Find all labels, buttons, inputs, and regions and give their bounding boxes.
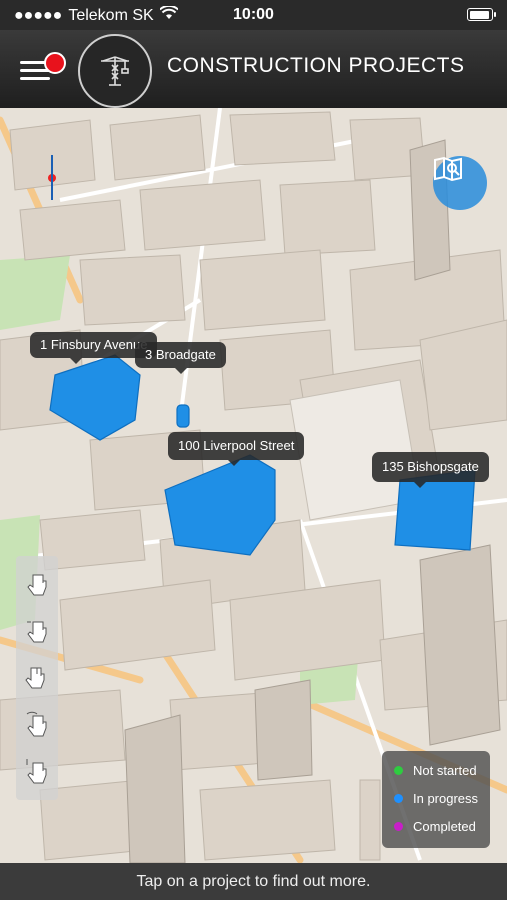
battery-fill: [469, 10, 489, 19]
map-search-icon: [434, 156, 462, 182]
gesture-hints-panel: [16, 556, 58, 800]
legend-dot-completed: [394, 822, 403, 831]
hand-tilt-icon: [26, 758, 47, 784]
legend-row-completed: Completed: [394, 819, 476, 834]
legend-label-not-started: Not started: [413, 763, 477, 778]
hand-pinch-icon: [25, 667, 45, 689]
page-title: CONSTRUCTION PROJECTS: [167, 54, 465, 77]
map-view[interactable]: [0, 108, 507, 863]
map-search-button[interactable]: [433, 156, 487, 210]
battery-icon: [467, 8, 496, 21]
clock: 10:00: [233, 6, 274, 23]
legend-row-in-progress: In progress: [394, 791, 478, 806]
project-tooltip-3-broadgate[interactable]: 3 Broadgate: [135, 342, 226, 374]
hand-drag-icon: [27, 621, 47, 643]
legend-row-not-started: Not started: [394, 763, 477, 778]
crane-logo-icon[interactable]: [78, 34, 152, 108]
legend-label-in-progress: In progress: [413, 791, 479, 806]
project-tooltip-100-liverpool-street[interactable]: 100 Liverpool Street: [168, 432, 305, 466]
map-background: [0, 108, 507, 863]
legend-dot-in-progress: [394, 794, 403, 803]
hand-rotate-icon: [26, 712, 47, 737]
legend-dot-not-started: [394, 766, 403, 775]
footer-hint: Tap on a project to find out more.: [0, 863, 507, 900]
hand-tap-icon: [27, 574, 47, 596]
legend-label-completed: Completed: [413, 819, 476, 834]
project-tooltip-135-bishopsgate[interactable]: 135 Bishopsgate: [372, 452, 489, 488]
status-legend: Not started In progress Completed: [382, 751, 490, 848]
status-bar: ●●●●● Telekom SK 10:00: [0, 0, 507, 30]
notification-badge[interactable]: [44, 52, 66, 74]
app-header: CONSTRUCTION PROJECTS: [0, 30, 507, 108]
